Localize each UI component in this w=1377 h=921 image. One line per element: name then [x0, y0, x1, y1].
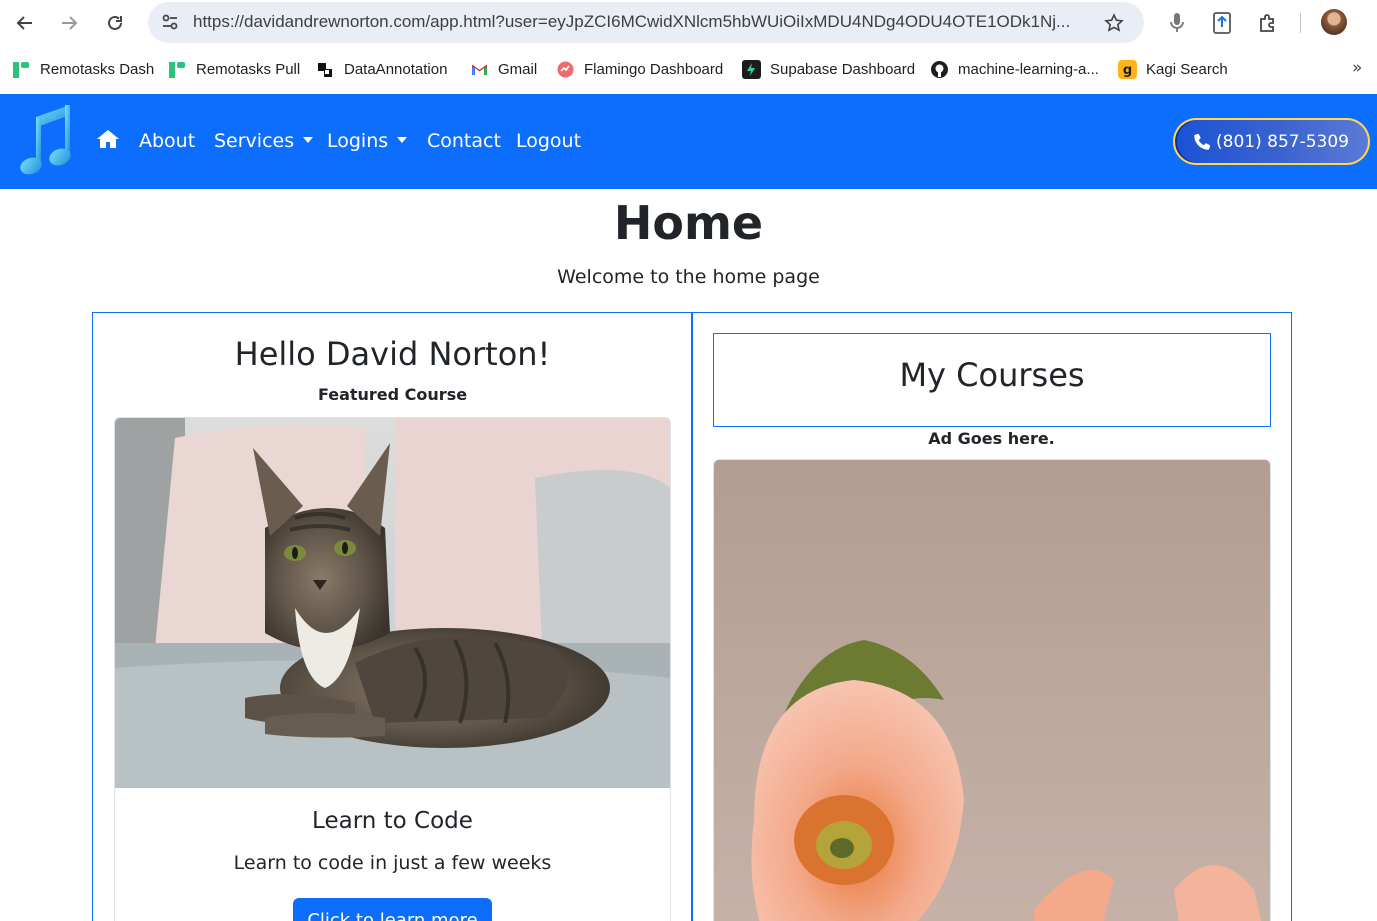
back-button[interactable] [10, 8, 40, 38]
bookmark-dataannotation[interactable]: DataAnnotation [316, 58, 447, 80]
bookmark-label: Kagi Search [1146, 60, 1228, 78]
bookmark-star-icon[interactable] [1100, 9, 1128, 37]
bookmark-label: Remotasks Dash [40, 60, 155, 78]
toolbar-divider [1300, 13, 1301, 33]
phone-number: (801) 857-5309 [1216, 131, 1349, 152]
bookmark-label: Gmail [498, 60, 538, 78]
bookmark-label: DataAnnotation [344, 60, 448, 78]
dataannotation-icon [316, 60, 335, 79]
kagi-icon: g [1118, 59, 1137, 79]
nav-logins-label: Logins [327, 130, 389, 152]
share-extension-button[interactable] [1207, 8, 1237, 38]
nav-services-dropdown[interactable]: Services [214, 130, 314, 152]
bookmark-remotasks-pull[interactable]: Remotasks Pull [168, 58, 300, 80]
nav-logins-dropdown[interactable]: Logins [327, 130, 408, 152]
bookmark-kagi[interactable]: g Kagi Search [1118, 58, 1228, 80]
cat-photo-image [115, 418, 670, 788]
home-icon[interactable] [96, 129, 120, 149]
flower-photo-image [714, 460, 1270, 921]
upload-extension-icon [1213, 12, 1231, 34]
nav-about[interactable]: About [139, 130, 195, 152]
ad-card [713, 459, 1271, 921]
bookmark-flamingo[interactable]: Flamingo Dashboard [556, 58, 723, 80]
svg-text:g: g [1123, 63, 1132, 78]
reload-icon [108, 15, 122, 30]
greeting-heading: Hello David Norton! [234, 335, 551, 373]
featured-panel: Hello David Norton! Featured Course Lear… [92, 312, 693, 921]
supabase-icon [742, 59, 761, 79]
bookmark-label: Flamingo Dashboard [584, 60, 724, 78]
learn-more-button[interactable]: Click to learn more [293, 898, 492, 921]
site-settings-icon[interactable] [156, 8, 184, 36]
courses-panel: My Courses Ad Goes here. [691, 312, 1292, 921]
bookmark-supabase[interactable]: Supabase Dashboard [742, 58, 915, 80]
nav-services-label: Services [214, 130, 295, 152]
course-title: Learn to Code [312, 808, 473, 834]
microphone-button[interactable] [1162, 8, 1192, 38]
my-courses-heading: My Courses [899, 356, 1085, 394]
github-icon [930, 60, 949, 79]
puzzle-icon [1260, 14, 1274, 32]
music-note-logo-icon[interactable] [18, 103, 78, 179]
page-subtitle: Welcome to the home page [557, 266, 820, 288]
bookmark-label: Supabase Dashboard [770, 60, 916, 78]
reload-button[interactable] [100, 8, 130, 38]
course-description: Learn to code in just a few weeks [233, 852, 552, 874]
featured-course-label: Featured Course [317, 385, 468, 404]
bookmark-label: Remotasks Pull [196, 60, 301, 78]
gmail-icon [470, 60, 489, 79]
site-navbar: About Services Logins Contact Logout (80… [0, 94, 1377, 189]
back-arrow-icon [16, 16, 32, 30]
nav-contact[interactable]: Contact [427, 130, 501, 152]
bookmark-github[interactable]: machine-learning-a... [930, 58, 1099, 80]
microphone-icon [1170, 13, 1184, 32]
remotasks-icon [168, 60, 187, 79]
phone-icon [1194, 133, 1211, 150]
chevron-down-icon [303, 136, 314, 143]
my-courses-box: My Courses [713, 333, 1271, 427]
ad-placeholder-text: Ad Goes here. [928, 429, 1055, 448]
chevron-down-icon [397, 136, 408, 143]
bookmark-label: machine-learning-a... [958, 60, 1099, 78]
browser-toolbar: https://davidandrewnorton.com/app.html?u… [0, 0, 1377, 46]
bookmark-gmail[interactable]: Gmail [470, 58, 537, 80]
featured-course-card: Learn to Code Learn to code in just a fe… [114, 417, 671, 921]
nav-logout[interactable]: Logout [516, 130, 581, 152]
page-title: Home [613, 196, 764, 250]
forward-arrow-icon [62, 16, 78, 30]
bookmarks-overflow-button[interactable]: » [1352, 58, 1362, 78]
profile-avatar[interactable] [1321, 9, 1347, 35]
url-text[interactable]: https://davidandrewnorton.com/app.html?u… [193, 12, 1093, 32]
forward-button[interactable] [54, 8, 84, 38]
address-bar[interactable]: https://davidandrewnorton.com/app.html?u… [148, 2, 1144, 43]
extensions-button[interactable] [1253, 8, 1283, 38]
phone-button[interactable]: (801) 857-5309 [1173, 118, 1370, 165]
bookmarks-bar: Remotasks Dash Remotasks Pull DataAnnota… [0, 46, 1377, 92]
remotasks-icon [12, 60, 31, 79]
flamingo-icon [556, 60, 575, 79]
bookmark-remotasks-dash[interactable]: Remotasks Dash [12, 58, 154, 80]
